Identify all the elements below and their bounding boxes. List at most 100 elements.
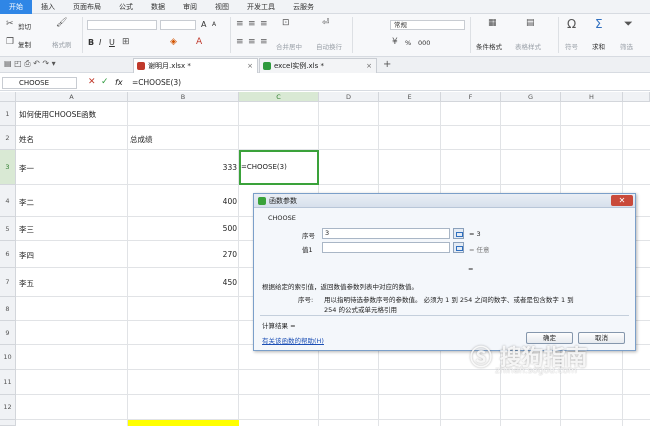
row-header[interactable]: 1 [0,102,16,126]
align-right-icon[interactable]: ≡ [260,37,268,47]
cell-a6[interactable]: 李四 [19,250,34,261]
column-header[interactable]: H [561,92,623,102]
row-header[interactable]: 3 [0,150,16,185]
tab-view[interactable]: 视图 [206,0,238,14]
column-header-extra[interactable] [623,92,650,102]
tab-formulas[interactable]: 公式 [110,0,142,14]
column-header[interactable]: B [128,92,239,102]
close-button[interactable]: ✕ [611,195,633,206]
cell-b3[interactable]: 333 [130,163,237,172]
column-header[interactable]: C [239,92,319,102]
param-label: 序号: [298,296,314,304]
tab-developer[interactable]: 开发工具 [238,0,284,14]
column-header[interactable]: A [16,92,128,102]
align-middle-icon[interactable]: ≡ [248,19,256,29]
number-format-select[interactable]: 常规 [390,20,465,30]
cell-b7[interactable]: 450 [130,278,237,287]
function-arguments-dialog: 函数参数 ✕ CHOOSE 序号 3 = 3 值1 = 任意 = 根据给定的索引… [253,193,636,351]
arg1-ref-button[interactable] [453,228,464,239]
close-tab-icon[interactable]: × [247,59,253,73]
quick-access-icon[interactable]: ▤ ◰ ⎙ ↶ ↷ ▾ [4,59,56,69]
close-tab-icon[interactable]: × [366,59,372,73]
conditional-format-button[interactable]: 条件格式 [476,41,502,51]
highlighted-cell[interactable] [128,420,239,426]
column-header[interactable]: G [501,92,561,102]
name-box[interactable]: CHOOSE [2,77,77,89]
thousands-button[interactable]: 000 [418,39,430,47]
column-header[interactable]: F [441,92,501,102]
dialog-titlebar[interactable]: 函数参数 ✕ [254,194,635,208]
underline-button[interactable]: U [109,38,115,47]
cell-a7[interactable]: 李五 [19,278,34,289]
arg1-input[interactable]: 3 [322,228,450,239]
tab-cloud[interactable]: 云服务 [284,0,323,14]
formula-input[interactable]: =CHOOSE(3) [132,77,181,89]
doc-tab-1[interactable]: 谢明月.xlsx * × [133,58,258,73]
align-left-icon[interactable]: ≡ [236,37,244,47]
arg2-result: = 任意 [469,246,490,254]
cell-a4[interactable]: 李二 [19,197,34,208]
row-header[interactable]: 9 [0,321,16,345]
formula-result-eq: = [468,265,474,273]
symbol-button[interactable]: 符号 [565,41,578,51]
fill-color-icon[interactable]: ◈ [170,37,177,47]
border-icon[interactable]: ⊞ [122,37,130,47]
font-color-icon[interactable]: A [196,37,202,47]
row-header[interactable]: 6 [0,241,16,268]
select-all[interactable] [0,92,16,102]
align-top-icon[interactable]: ≡ [236,19,244,29]
watermark-url: zhinan.sogou.com [495,366,577,376]
arg2-ref-button[interactable] [453,242,464,253]
currency-icon[interactable]: ¥ [392,37,398,47]
format-painter-button[interactable]: 格式刷 [52,39,72,49]
font-grow-button[interactable]: A [201,20,206,29]
tab-home[interactable]: 开始 [0,0,32,14]
arg2-input[interactable] [322,242,450,253]
cell-a2[interactable]: 姓名 [19,134,34,145]
row-header[interactable]: 4 [0,185,16,217]
sum-button[interactable]: 求和 [592,41,605,51]
table-style-button[interactable]: 表格样式 [515,41,541,51]
wrap-text-button[interactable]: 自动换行 [316,41,342,51]
font-name-select[interactable] [87,20,157,30]
cell-b5[interactable]: 500 [130,224,237,233]
fx-icon[interactable]: fx [115,78,123,87]
cut-button[interactable]: 剪切 [18,21,31,31]
doc-tab-2[interactable]: excel实例.xls * × [259,58,377,73]
row-header[interactable]: 8 [0,297,16,321]
column-header[interactable]: D [319,92,379,102]
column-header[interactable]: E [379,92,441,102]
row-header[interactable]: 10 [0,345,16,370]
filter-button[interactable]: 筛选 [620,41,633,51]
row-header[interactable]: 12 [0,395,16,420]
cell-a1[interactable]: 如何使用CHOOSE函数 [19,109,96,120]
row-header[interactable]: 2 [0,126,16,150]
percent-button[interactable]: % [405,39,411,47]
align-center-icon[interactable]: ≡ [248,37,256,47]
font-size-select[interactable] [160,20,196,30]
cell-a3[interactable]: 李一 [19,163,34,174]
cell-b2[interactable]: 总成绩 [130,134,153,145]
tab-insert[interactable]: 插入 [32,0,64,14]
tab-review[interactable]: 审阅 [174,0,206,14]
font-shrink-button[interactable]: A [212,21,216,28]
cancel-icon[interactable]: ✕ [88,77,96,87]
cell-b6[interactable]: 270 [130,250,237,259]
merge-center-button[interactable]: 合并居中 [276,41,302,51]
help-link[interactable]: 有关该函数的帮助(H) [262,335,324,345]
row-header[interactable]: 11 [0,370,16,395]
align-bottom-icon[interactable]: ≡ [260,19,268,29]
cell-a5[interactable]: 李三 [19,224,34,235]
row-header[interactable]: 7 [0,268,16,297]
copy-button[interactable]: 复制 [18,39,31,49]
row-header[interactable]: 5 [0,217,16,241]
confirm-icon[interactable]: ✓ [101,77,109,87]
tab-data[interactable]: 数据 [142,0,174,14]
tab-page-layout[interactable]: 页面布局 [64,0,110,14]
new-tab-icon[interactable]: + [383,59,391,70]
italic-button[interactable]: I [99,38,101,47]
row-header[interactable] [0,420,16,426]
bold-button[interactable]: B [88,38,94,47]
cell-b4[interactable]: 400 [130,197,237,206]
function-name: CHOOSE [268,214,296,222]
